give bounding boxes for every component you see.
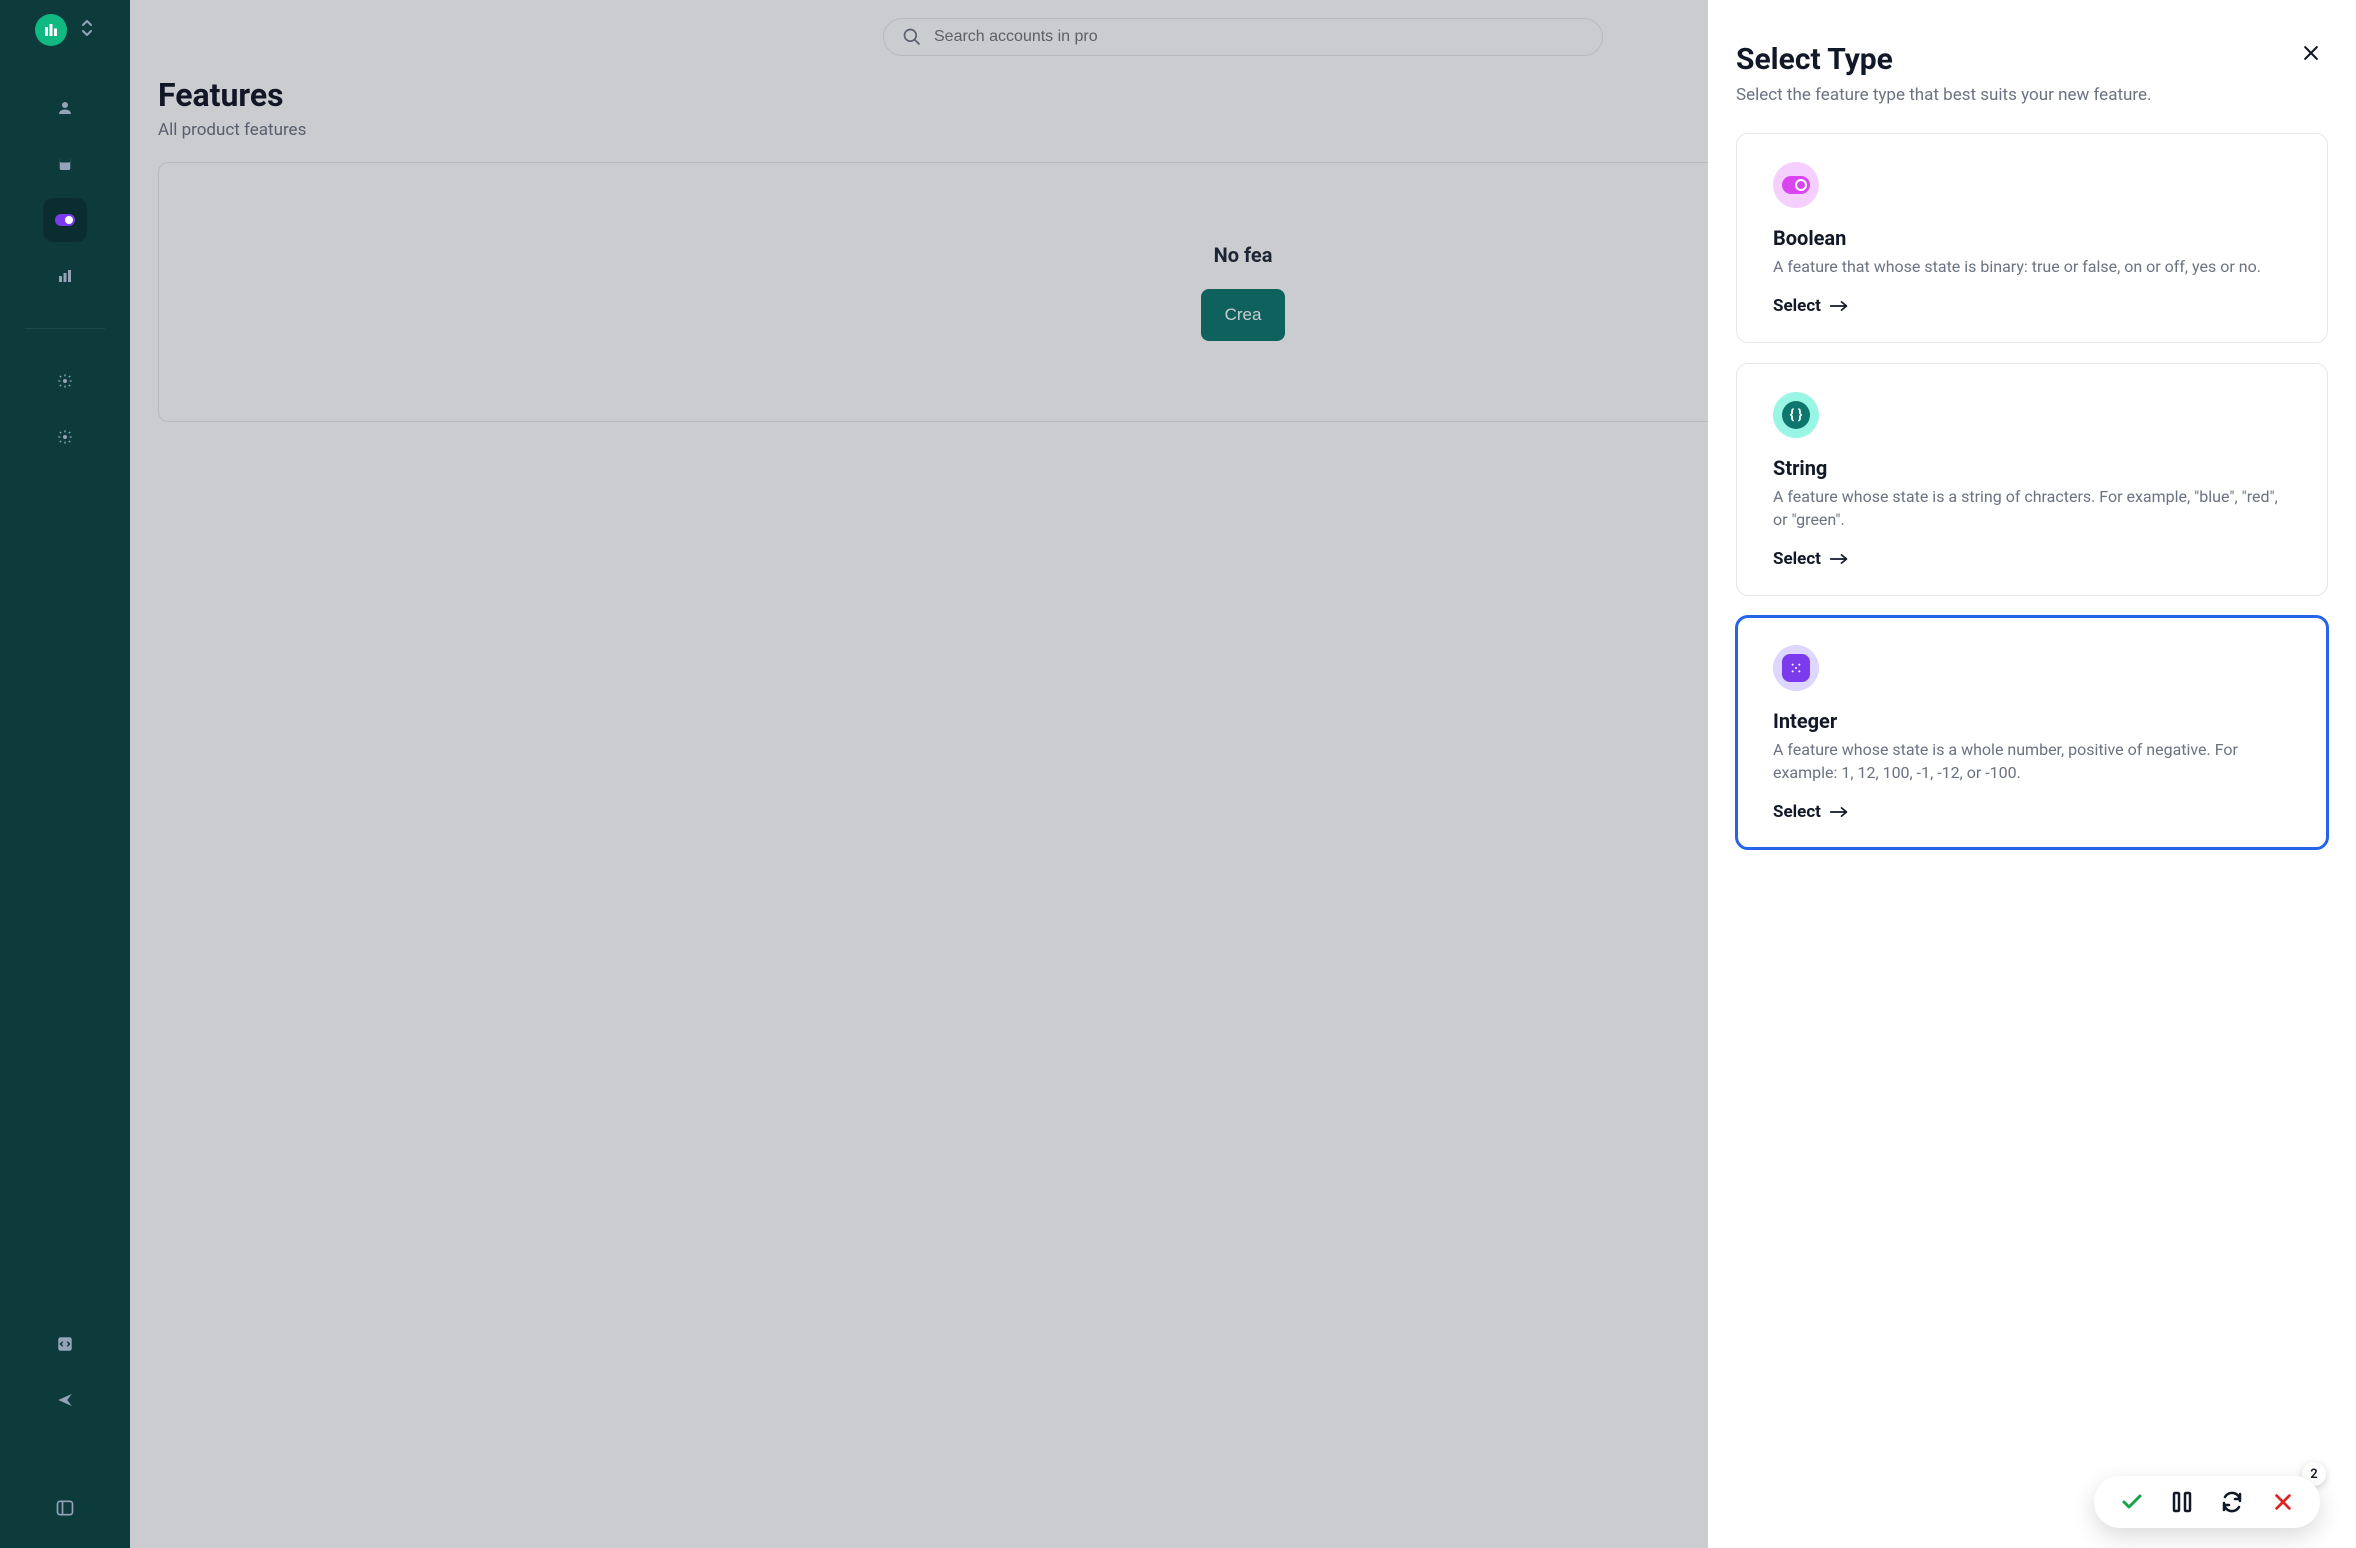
boolean-icon bbox=[1773, 162, 1819, 208]
float-actions bbox=[2094, 1476, 2320, 1528]
x-icon bbox=[2272, 1491, 2294, 1513]
nav-item-code[interactable] bbox=[43, 1322, 87, 1366]
type-card-boolean[interactable]: Boolean A feature that whose state is bi… bbox=[1736, 133, 2328, 343]
nav-item-database[interactable] bbox=[43, 142, 87, 186]
select-type-drawer: Select Type Select the feature type that… bbox=[1708, 0, 2356, 1548]
arrow-right-icon bbox=[1829, 299, 1849, 313]
nav-item-user[interactable] bbox=[43, 86, 87, 130]
action-refresh[interactable] bbox=[2220, 1490, 2244, 1514]
close-button[interactable] bbox=[2296, 38, 2326, 68]
nav-item-collapse[interactable] bbox=[43, 1486, 87, 1530]
string-icon: { } bbox=[1773, 392, 1819, 438]
pause-icon bbox=[2172, 1491, 2192, 1513]
type-title: Boolean bbox=[1773, 226, 2291, 250]
chart-icon bbox=[56, 267, 74, 285]
type-title: Integer bbox=[1773, 709, 2291, 733]
code-icon bbox=[56, 1335, 74, 1353]
select-label: Select bbox=[1773, 802, 1821, 822]
nav-bottom bbox=[43, 1322, 87, 1530]
type-card-string[interactable]: { } String A feature whose state is a st… bbox=[1736, 363, 2328, 596]
arrow-right-icon bbox=[1829, 805, 1849, 819]
type-title: String bbox=[1773, 456, 2291, 480]
panel-collapse-icon bbox=[55, 1498, 75, 1518]
nav-item-send[interactable] bbox=[43, 1378, 87, 1422]
integer-icon bbox=[1773, 645, 1819, 691]
toggle-icon bbox=[55, 214, 75, 226]
logo-wrap bbox=[35, 14, 95, 46]
nav-item-settings-1[interactable] bbox=[43, 359, 87, 403]
type-card-integer[interactable]: Integer A feature whose state is a whole… bbox=[1736, 616, 2328, 849]
action-confirm[interactable] bbox=[2120, 1490, 2144, 1514]
select-boolean-button[interactable]: Select bbox=[1773, 296, 2291, 316]
user-icon bbox=[56, 99, 74, 117]
gear-icon bbox=[57, 429, 73, 445]
drawer-title: Select Type bbox=[1736, 42, 2328, 77]
action-cancel[interactable] bbox=[2272, 1491, 2294, 1513]
type-desc: A feature whose state is a whole number,… bbox=[1773, 739, 2291, 784]
check-icon bbox=[2120, 1490, 2144, 1514]
bars-icon bbox=[42, 21, 60, 39]
nav-separator bbox=[25, 328, 105, 329]
main: Features All product features No fea Cre… bbox=[130, 0, 2356, 1548]
select-string-button[interactable]: Select bbox=[1773, 549, 2291, 569]
gear-icon bbox=[57, 373, 73, 389]
select-label: Select bbox=[1773, 549, 1821, 569]
nav-item-settings-2[interactable] bbox=[43, 415, 87, 459]
action-pause[interactable] bbox=[2172, 1491, 2192, 1513]
select-label: Select bbox=[1773, 296, 1821, 316]
nav-item-analytics[interactable] bbox=[43, 254, 87, 298]
send-icon bbox=[56, 1391, 74, 1409]
database-icon bbox=[56, 155, 74, 173]
sidebar bbox=[0, 0, 130, 1548]
refresh-icon bbox=[2220, 1490, 2244, 1514]
close-icon bbox=[2301, 43, 2321, 63]
drawer-subtitle: Select the feature type that best suits … bbox=[1736, 85, 2328, 105]
type-desc: A feature whose state is a string of chr… bbox=[1773, 486, 2291, 531]
select-integer-button[interactable]: Select bbox=[1773, 802, 2291, 822]
chevron-up-down-icon[interactable] bbox=[79, 19, 95, 41]
type-desc: A feature that whose state is binary: tr… bbox=[1773, 256, 2291, 278]
nav-top bbox=[0, 86, 130, 459]
nav-item-features[interactable] bbox=[43, 198, 87, 242]
app-logo[interactable] bbox=[35, 14, 67, 46]
arrow-right-icon bbox=[1829, 552, 1849, 566]
